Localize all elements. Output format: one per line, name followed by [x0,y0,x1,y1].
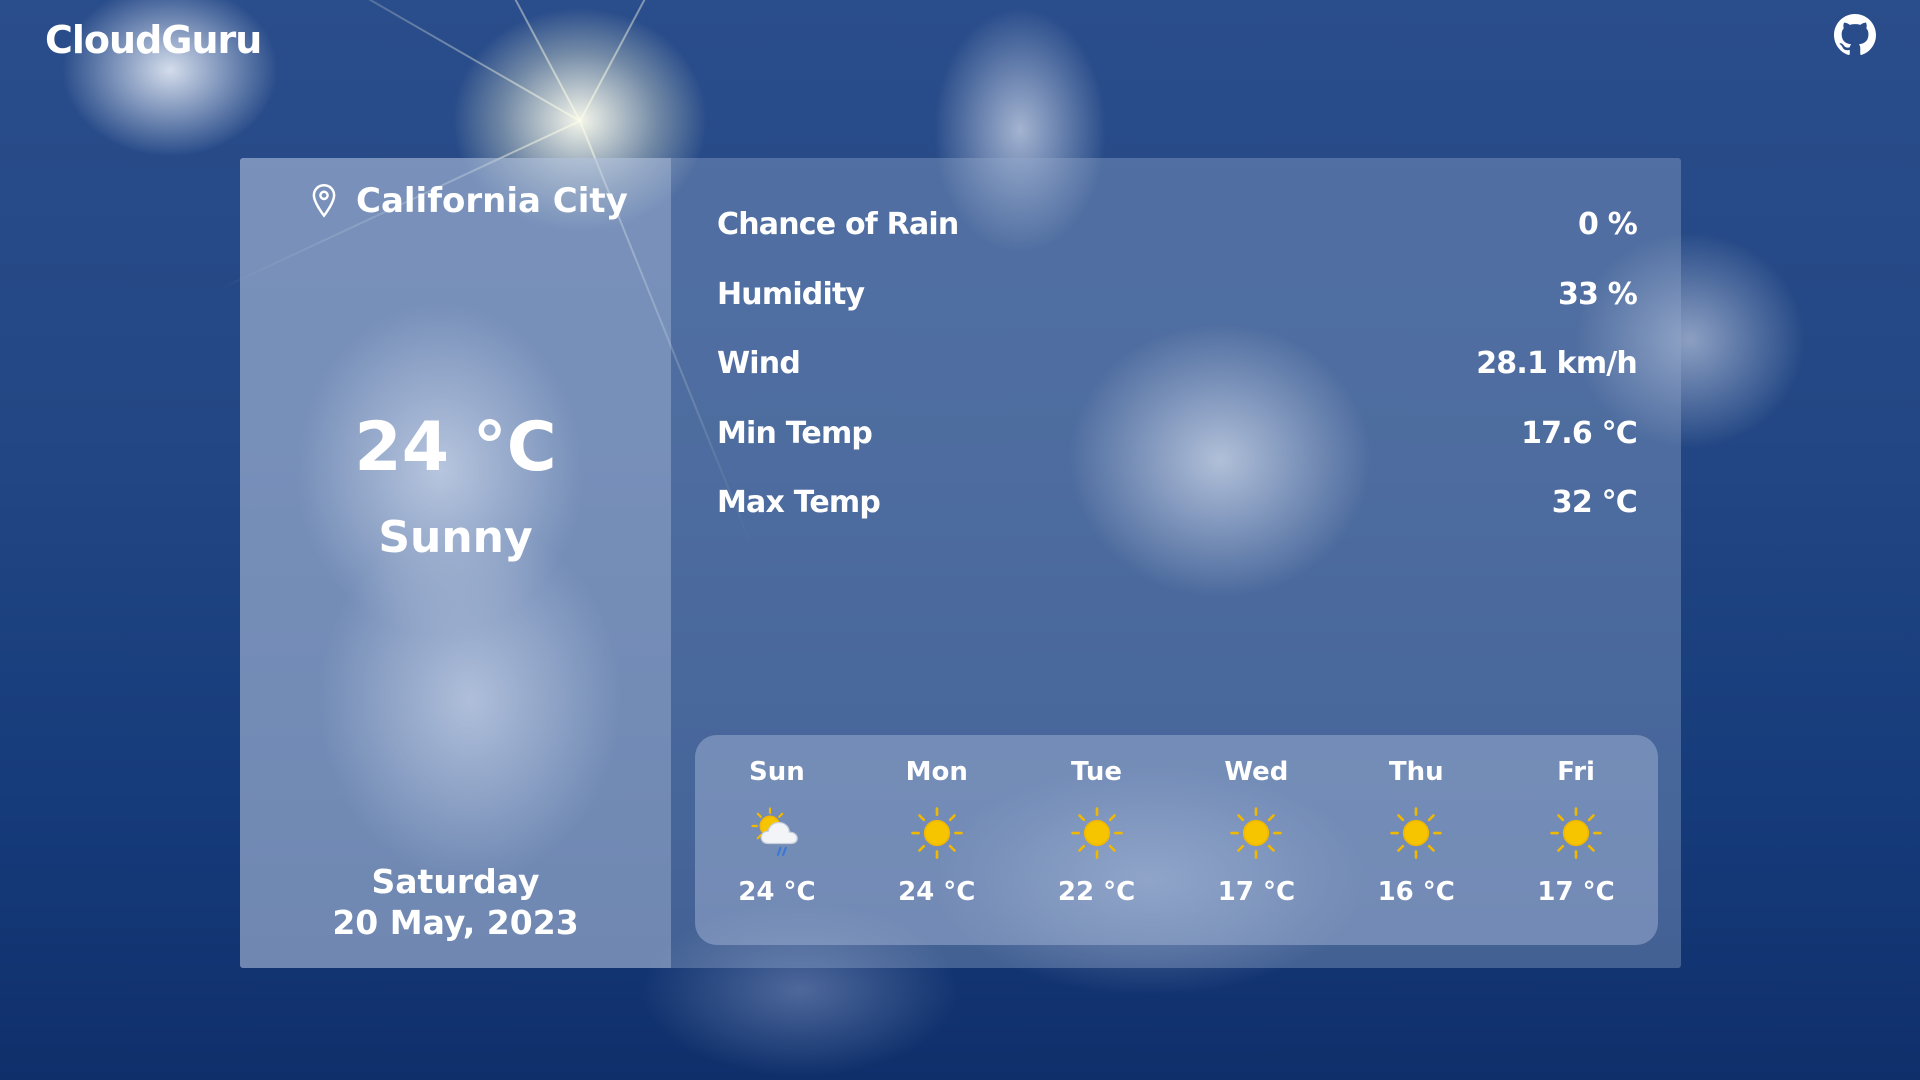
sun-icon [1070,807,1123,859]
forecast-day: Sun 24 °C [697,735,857,945]
detail-row-chance-of-rain: Chance of Rain 0 % [717,190,1638,260]
location: California City [310,178,628,224]
forecast-day: Thu 16 °C [1336,735,1496,945]
weekly-forecast: Sun 24 °C Mon 24 °C Tue 22 °C Wed 17 °C … [695,735,1658,945]
forecast-day: Wed 17 °C [1176,735,1336,945]
github-icon[interactable] [1834,14,1876,56]
forecast-temperature: 22 °C [1057,877,1136,907]
detail-label: Humidity [717,276,865,312]
sun-icon [1230,807,1283,859]
forecast-temperature: 24 °C [898,877,976,907]
detail-value: 33 % [1557,276,1638,312]
sun-icon [1550,807,1602,859]
current-date: 20 May, 2023 [332,903,579,942]
detail-row-min-temp: Min Temp 17.6 °C [717,399,1638,469]
weather-details: Chance of Rain 0 % Humidity 33 % Wind 28… [717,190,1638,538]
forecast-temperature: 24 °C [738,877,816,907]
sun-icon [1390,807,1443,859]
detail-row-max-temp: Max Temp 32 °C [717,468,1638,538]
forecast-day-name: Wed [1224,757,1289,787]
sun-ray [334,0,581,122]
forecast-temperature: 16 °C [1377,877,1455,907]
sun-cloud-rain-icon [751,807,798,856]
detail-row-humidity: Humidity 33 % [717,260,1638,330]
detail-value: 0 % [1578,207,1638,243]
detail-value: 28.1 km/h [1476,346,1638,382]
forecast-temperature: 17 °C [1537,877,1615,907]
forecast-day-name: Mon [905,757,968,787]
sun-icon [910,807,963,859]
map-pin-icon [312,184,336,218]
forecast-day-name: Sun [749,757,805,787]
forecast-day-name: Tue [1071,757,1123,787]
sun-ray [250,0,581,122]
forecast-day-name: Thu [1388,757,1444,787]
detail-label: Max Temp [717,485,881,521]
forecast-day: Fri 17 °C [1496,735,1656,945]
forecast-temperature: 17 °C [1217,877,1296,907]
location-name: California City [356,181,628,221]
app-logo[interactable]: CloudGuru [45,18,262,62]
detail-value: 17.6 °C [1521,415,1638,451]
detail-label: Wind [717,346,801,382]
detail-value: 32 °C [1551,485,1638,521]
detail-label: Chance of Rain [717,207,959,243]
current-weather-panel [240,158,671,968]
forecast-day-name: Fri [1557,757,1595,787]
detail-label: Min Temp [717,415,873,451]
weather-condition: Sunny [378,512,533,563]
current-weekday: Saturday [371,862,540,901]
forecast-day: Mon 24 °C [857,735,1017,945]
forecast-day: Tue 22 °C [1017,735,1177,945]
detail-row-wind: Wind 28.1 km/h [717,329,1638,399]
current-temperature: 24 °C [354,408,557,487]
sun-ray [579,0,826,122]
